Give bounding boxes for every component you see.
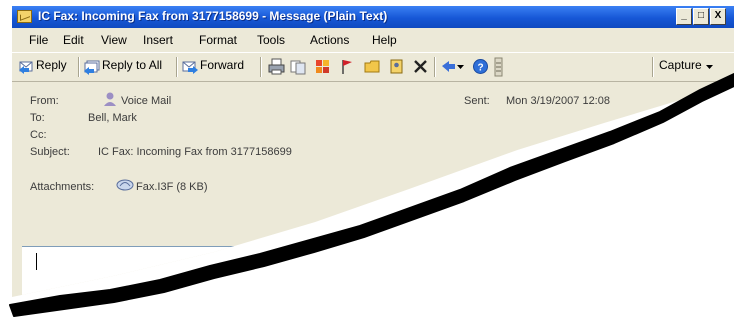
menu-file[interactable]: File <box>29 33 48 47</box>
to-label: To: <box>30 112 45 124</box>
flag-icon[interactable] <box>338 58 355 75</box>
to-value[interactable]: Bell, Mark <box>88 112 137 124</box>
title-bar[interactable]: IC Fax: Incoming Fax from 3177158699 - M… <box>12 6 734 28</box>
chevron-down-icon[interactable] <box>456 58 465 75</box>
menu-edit[interactable]: Edit <box>63 33 84 47</box>
menu-actions[interactable]: Actions <box>310 33 349 47</box>
menu-tools[interactable]: Tools <box>257 33 285 47</box>
envelope-icon <box>17 10 32 23</box>
from-value[interactable]: Voice Mail <box>121 95 171 107</box>
toolbar: Reply Reply to All Forward ? Capture <box>12 52 734 82</box>
toolbar-separator <box>78 57 80 77</box>
menu-format[interactable]: Format <box>199 33 237 47</box>
toolbar-separator <box>652 57 654 77</box>
sent-label: Sent: <box>464 95 490 107</box>
svg-text:?: ? <box>477 63 483 74</box>
attachment-file[interactable]: Fax.I3F (8 KB) <box>136 181 208 193</box>
folder-icon[interactable] <box>364 58 381 75</box>
subject-value: IC Fax: Incoming Fax from 3177158699 <box>98 146 292 158</box>
toolbar-grip-icon[interactable] <box>494 57 503 77</box>
reply-to-all-button[interactable]: Reply to All <box>102 58 162 76</box>
message-header: From: Voice Mail Sent: Mon 3/19/2007 12:… <box>12 81 734 246</box>
address-book-icon[interactable] <box>388 58 405 75</box>
attachment-icon <box>116 179 134 191</box>
categorize-icon[interactable] <box>314 58 331 75</box>
minimize-button[interactable]: _ <box>676 8 692 25</box>
contact-icon <box>104 92 116 106</box>
menu-view[interactable]: View <box>101 33 127 47</box>
attachments-label: Attachments: <box>30 181 95 193</box>
window-title: IC Fax: Incoming Fax from 3177158699 - M… <box>38 9 388 23</box>
close-button[interactable]: X <box>710 8 726 25</box>
reply-icon <box>19 61 33 74</box>
toolbar-separator <box>434 57 436 77</box>
cc-label: Cc: <box>30 129 47 141</box>
sent-value: Mon 3/19/2007 12:08 <box>506 95 610 107</box>
previous-item-icon[interactable] <box>440 58 457 75</box>
move-to-folder-icon[interactable] <box>290 58 307 75</box>
delete-icon[interactable] <box>412 58 429 75</box>
forward-icon <box>182 61 198 74</box>
message-window: IC Fax: Incoming Fax from 3177158699 - M… <box>12 6 734 297</box>
menu-help[interactable]: Help <box>372 33 397 47</box>
reply-all-icon <box>84 60 100 75</box>
toolbar-separator <box>176 57 178 77</box>
menu-bar: File Edit View Insert Format Tools Actio… <box>12 29 734 51</box>
capture-button[interactable]: Capture <box>659 58 702 76</box>
menu-insert[interactable]: Insert <box>143 33 173 47</box>
message-body[interactable] <box>22 246 732 297</box>
forward-button[interactable]: Forward <box>200 58 244 76</box>
chevron-down-icon[interactable] <box>705 58 714 75</box>
maximize-button[interactable]: □ <box>693 8 709 25</box>
toolbar-separator <box>260 57 262 77</box>
from-label: From: <box>30 95 59 107</box>
reply-button[interactable]: Reply <box>36 58 67 76</box>
subject-label: Subject: <box>30 146 70 158</box>
help-icon[interactable]: ? <box>472 58 489 75</box>
text-cursor <box>36 253 37 270</box>
print-icon[interactable] <box>268 58 285 75</box>
